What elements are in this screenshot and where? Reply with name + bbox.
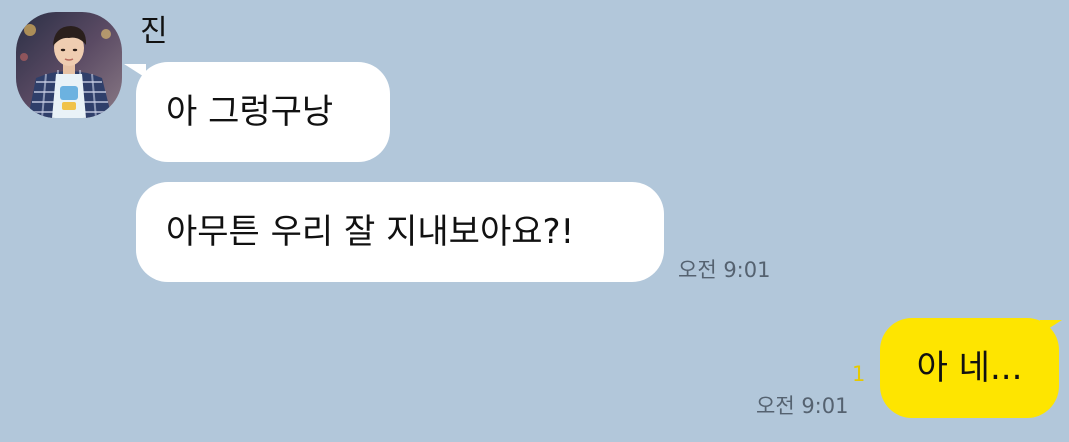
unread-count: 1: [852, 362, 866, 386]
message-text: 아 네...: [916, 348, 1023, 388]
avatar-image: [16, 12, 122, 118]
received-message-bubble[interactable]: 아 그렁구낭: [136, 62, 390, 162]
sent-message-bubble[interactable]: 아 네...: [880, 318, 1059, 418]
message-timestamp: 오전 9:01: [678, 258, 771, 282]
bubble-tail: [1040, 320, 1062, 334]
sender-avatar[interactable]: [16, 12, 122, 118]
message-text: 아무튼 우리 잘 지내보아요?!: [166, 212, 575, 252]
sender-name: 진: [140, 14, 168, 49]
received-message-bubble[interactable]: 아무튼 우리 잘 지내보아요?!: [136, 182, 664, 282]
message-timestamp: 오전 9:01: [756, 394, 849, 418]
message-text: 아 그렁구낭: [166, 92, 334, 132]
